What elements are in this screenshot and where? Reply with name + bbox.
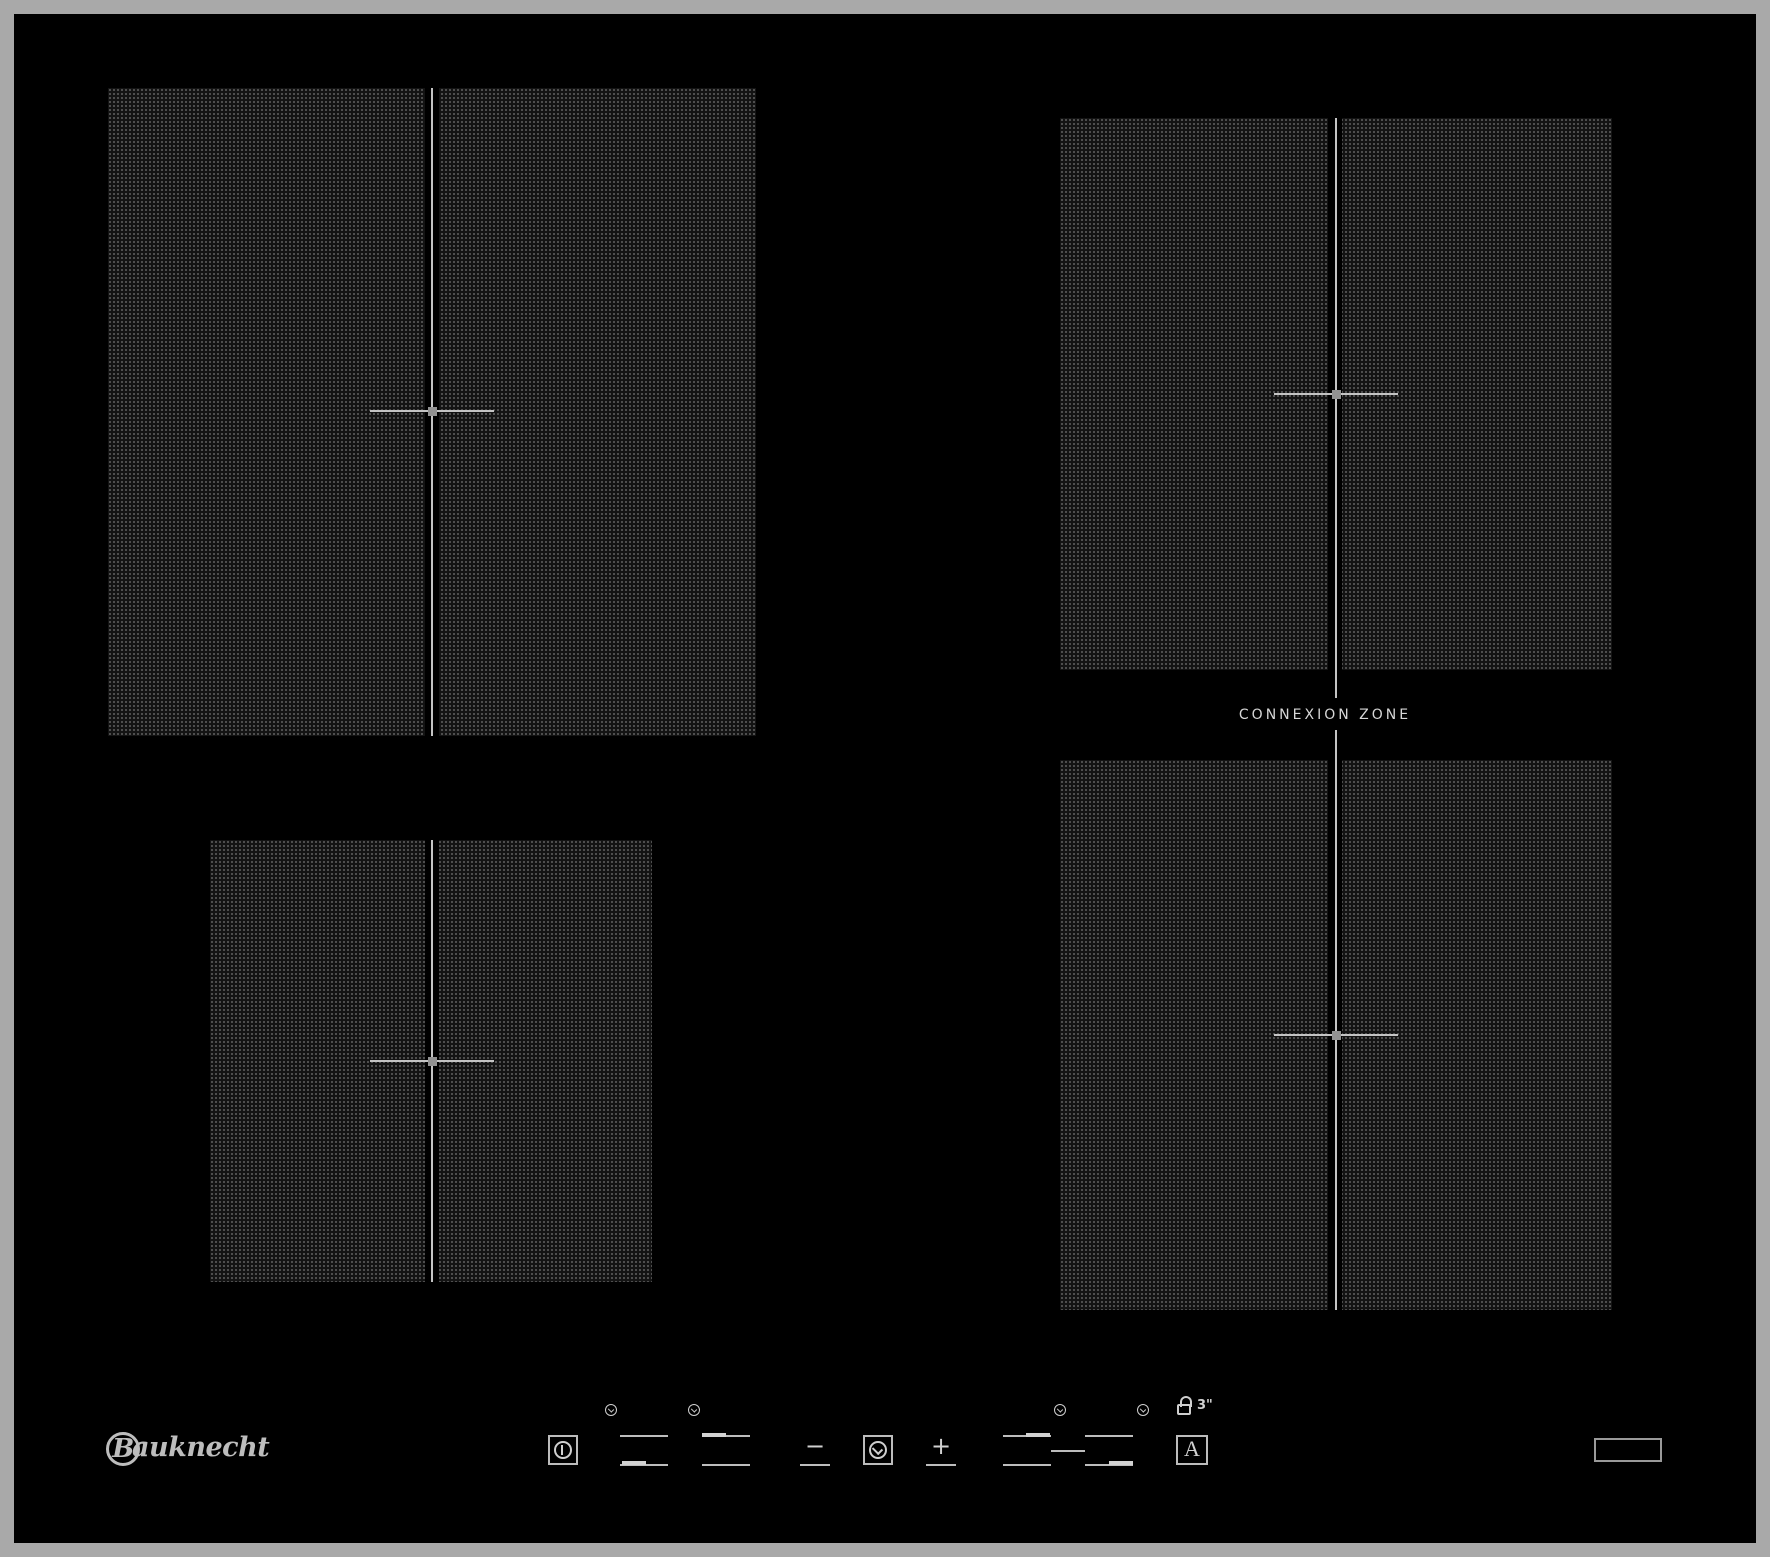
- zone-selector-front-left[interactable]: [620, 1435, 668, 1466]
- power-icon: [554, 1441, 572, 1459]
- zone-center-marker: [1332, 1031, 1341, 1040]
- minus-button-underline: [800, 1464, 830, 1466]
- timer-icon: [688, 1404, 700, 1416]
- timer-icon: [605, 1404, 617, 1416]
- connexion-link-line: [1051, 1450, 1085, 1452]
- timer-icon: [1137, 1404, 1149, 1416]
- zone-selector-rear-right[interactable]: [1003, 1435, 1051, 1466]
- cooking-zone-front-left[interactable]: [210, 840, 652, 1282]
- zone-vertical-line: [1335, 730, 1337, 1310]
- display-window: [1594, 1438, 1662, 1462]
- auto-button[interactable]: A: [1176, 1435, 1208, 1465]
- power-button[interactable]: [548, 1435, 578, 1465]
- timer-icon: [1054, 1404, 1066, 1416]
- zone-vertical-line: [1335, 118, 1337, 698]
- zone-selector-front-right[interactable]: [1085, 1435, 1133, 1466]
- cooking-zone-front-right[interactable]: [1060, 730, 1612, 1310]
- zone-center-marker: [428, 407, 437, 416]
- plus-button-underline: [926, 1464, 956, 1466]
- lock-icon: [1177, 1396, 1192, 1415]
- minus-button[interactable]: −: [800, 1432, 830, 1466]
- zone-center-marker: [428, 1057, 437, 1066]
- timer-icon: [869, 1441, 887, 1459]
- zone-center-marker: [1332, 390, 1341, 399]
- auto-button-topline: [1176, 1435, 1208, 1437]
- auto-icon: A: [1184, 1436, 1200, 1461]
- brand-logo: Bauknecht: [106, 1428, 270, 1468]
- lock-timer-label: 3": [1197, 1398, 1213, 1413]
- brand-logo-text: auknecht: [132, 1432, 270, 1463]
- cooking-zone-rear-right[interactable]: [1060, 118, 1612, 698]
- zone-selector-rear-left[interactable]: [702, 1435, 750, 1466]
- minus-icon: −: [804, 1432, 826, 1460]
- plus-icon: +: [930, 1432, 952, 1460]
- timer-button[interactable]: [863, 1435, 893, 1465]
- cooking-zone-rear-left[interactable]: [108, 88, 756, 736]
- plus-button[interactable]: +: [926, 1432, 956, 1466]
- connexion-zone-label: CONNEXION ZONE: [1238, 707, 1412, 723]
